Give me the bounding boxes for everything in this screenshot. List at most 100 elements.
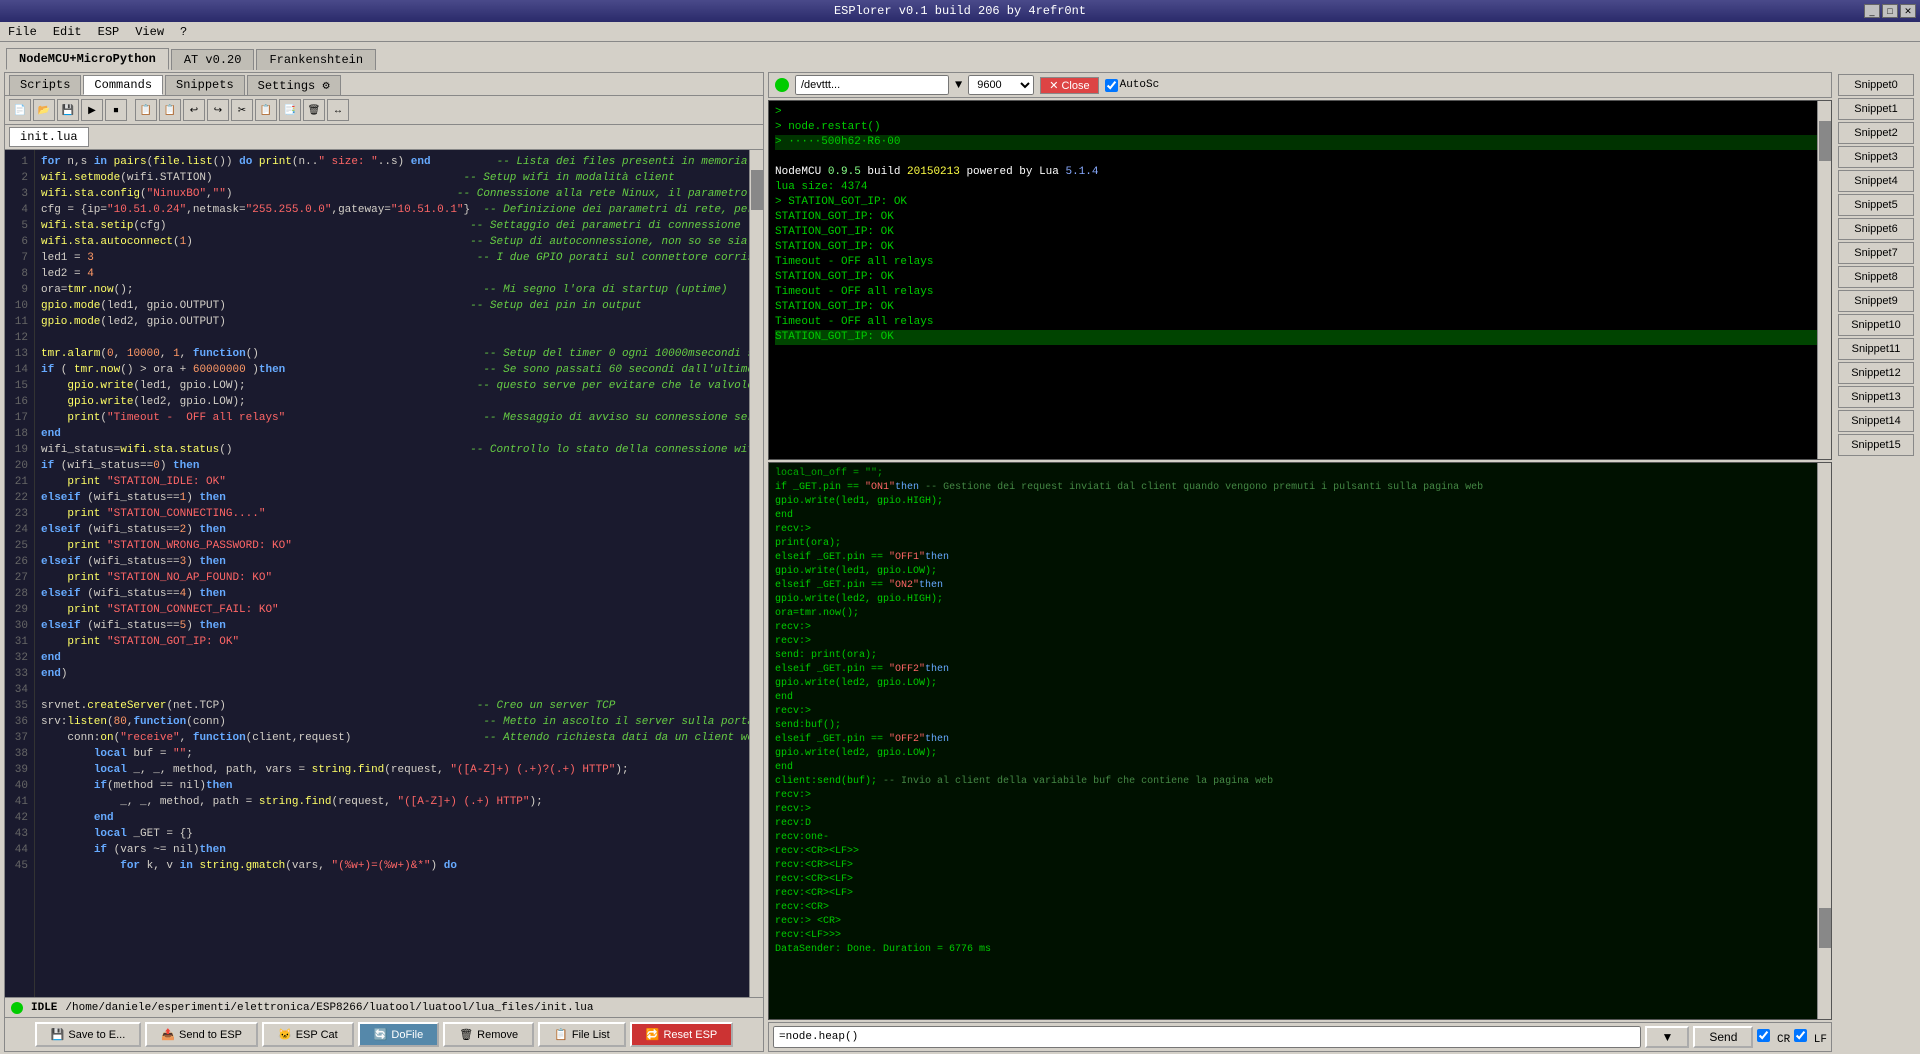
menu-edit[interactable]: Edit <box>49 25 86 39</box>
snippet3-button[interactable]: Snippet3 <box>1838 146 1914 168</box>
menu-bar: File Edit ESP View ? <box>0 22 1920 42</box>
bottom-buttons: 💾 Save to E... 📤 Send to ESP 🐱 ESP Cat 🔄… <box>5 1017 763 1051</box>
tb-run[interactable]: ▶ <box>81 99 103 121</box>
code-content[interactable]: for n,s in pairs(file.list()) do print(n… <box>35 150 763 997</box>
disconnect-button[interactable]: ✕ Close <box>1040 77 1098 94</box>
tab-franken[interactable]: Frankenshtein <box>256 49 376 70</box>
tb-cut[interactable]: ✂ <box>231 99 253 121</box>
code-area[interactable]: 12345 678910 1112131415 1617181920 21222… <box>5 150 763 997</box>
sub-tab-scripts[interactable]: Scripts <box>9 75 81 95</box>
lf-checkbox[interactable] <box>1794 1029 1807 1042</box>
terminal-line: lua size: 4374 <box>775 180 1825 195</box>
bottom-line: ora=tmr.now(); <box>775 607 1825 621</box>
snippet12-button[interactable]: Snippet12 <box>1838 362 1914 384</box>
autosc-checkbox[interactable] <box>1105 79 1118 92</box>
status-idle-text: IDLE <box>31 1002 57 1014</box>
snippet8-button[interactable]: Snippet8 <box>1838 266 1914 288</box>
tb-undo[interactable]: ↩ <box>183 99 205 121</box>
file-tab-bar: init.lua <box>5 125 763 150</box>
close-button[interactable]: ✕ <box>1900 4 1916 18</box>
snippet15-button[interactable]: Snippet15 <box>1838 434 1914 456</box>
snippet5-button[interactable]: Snippet5 <box>1838 194 1914 216</box>
tab-nodemcu[interactable]: NodeMCU+MicroPython <box>6 48 169 70</box>
snippet7-button[interactable]: Snippet7 <box>1838 242 1914 264</box>
maximize-button[interactable]: □ <box>1882 4 1898 18</box>
snippet11-button[interactable]: Snippet11 <box>1838 338 1914 360</box>
line-numbers: 12345 678910 1112131415 1617181920 21222… <box>5 150 35 997</box>
baud-select[interactable]: 9600 115200 <box>968 75 1034 95</box>
dropdown-icon[interactable]: ▼ <box>955 78 962 92</box>
reset-esp-button[interactable]: 🔁 Reset ESP <box>630 1022 734 1047</box>
command-input[interactable] <box>773 1026 1641 1048</box>
menu-esp[interactable]: ESP <box>94 25 124 39</box>
terminal-output[interactable]: > > node.restart() > ·····500h62·R6·00 N… <box>768 100 1832 460</box>
terminal-bottom[interactable]: local_on_off = ""; if _GET.pin == "ON1"t… <box>768 462 1832 1020</box>
terminal-line: > ·····500h62·R6·00 <box>775 135 1825 150</box>
file-tab-init[interactable]: init.lua <box>9 127 89 147</box>
esp-cat-button[interactable]: 🐱 ESP Cat <box>262 1022 354 1047</box>
menu-view[interactable]: View <box>131 25 168 39</box>
tb-open[interactable]: 📂 <box>33 99 55 121</box>
tb-copy1[interactable]: 📋 <box>135 99 157 121</box>
sub-tab-snippets[interactable]: Snippets <box>165 75 245 95</box>
snippet14-button[interactable]: Snippet14 <box>1838 410 1914 432</box>
code-scrollbar[interactable] <box>749 150 763 997</box>
menu-help[interactable]: ? <box>176 25 191 39</box>
tb-new[interactable]: 📄 <box>9 99 31 121</box>
send-button[interactable]: ▼ <box>1645 1026 1689 1048</box>
cr-checkbox[interactable] <box>1757 1029 1770 1042</box>
file-list-button[interactable]: 📋 File List <box>538 1022 626 1047</box>
tb-stop[interactable]: ⏹ <box>105 99 127 121</box>
reset-icon: 🔁 <box>646 1028 660 1041</box>
tb-wrap[interactable]: ↔ <box>327 99 349 121</box>
bottom-line: send:buf(); <box>775 719 1825 733</box>
save-to-esp-button[interactable]: 💾 Save to E... <box>35 1022 142 1047</box>
autosc-checkbox-label[interactable]: AutoSc <box>1105 79 1160 92</box>
bottom-line: recv:> <box>775 789 1825 803</box>
terminal-line: > STATION_GOT_IP: OK <box>775 195 1825 210</box>
tb-paste[interactable]: 📋 <box>255 99 277 121</box>
sub-tab-commands[interactable]: Commands <box>83 75 163 95</box>
send-to-esp-button[interactable]: 📤 Send to ESP <box>145 1022 258 1047</box>
bottom-line: recv:<CR><LF>> <box>775 845 1825 859</box>
bottom-scrollbar[interactable] <box>1817 463 1831 1019</box>
left-panel: Scripts Commands Snippets Settings ⚙ 📄 📂… <box>4 72 764 1052</box>
snippet9-button[interactable]: Snippet9 <box>1838 290 1914 312</box>
window-controls[interactable]: _ □ ✕ <box>1864 4 1916 18</box>
sub-tab-settings[interactable]: Settings ⚙ <box>247 75 341 95</box>
bottom-scrollbar-thumb[interactable] <box>1819 908 1831 948</box>
snippet10-button[interactable]: Snippet10 <box>1838 314 1914 336</box>
snippet0-button[interactable]: Snippet0 <box>1838 74 1914 96</box>
bottom-line: recv:one- <box>775 831 1825 845</box>
remove-button[interactable]: 🗑 Remove <box>443 1022 534 1047</box>
terminal-line: > node.restart() <box>775 120 1825 135</box>
tb-redo[interactable]: ↪ <box>207 99 229 121</box>
dofile-button[interactable]: 🔄 DoFile <box>358 1022 440 1047</box>
lf-label[interactable]: LF <box>1794 1029 1827 1046</box>
bottom-line: recv:> <CR> <box>775 915 1825 929</box>
snippet1-button[interactable]: Snippet1 <box>1838 98 1914 120</box>
tb-del[interactable]: 🗑 <box>303 99 325 121</box>
terminal-line: NodeMCU 0.9.5 build 20150213 powered by … <box>775 165 1825 180</box>
title-bar: ESPlorer v0.1 build 206 by 4refr0nt _ □ … <box>0 0 1920 22</box>
cr-label[interactable]: CR <box>1757 1029 1790 1046</box>
snippet4-button[interactable]: Snippet4 <box>1838 170 1914 192</box>
sub-tabs: Scripts Commands Snippets Settings ⚙ <box>5 73 763 96</box>
snippet6-button[interactable]: Snippet6 <box>1838 218 1914 240</box>
terminal-scrollbar-thumb[interactable] <box>1819 121 1831 161</box>
terminal-scrollbar[interactable] <box>1817 101 1831 459</box>
bottom-line: recv:<CR><LF> <box>775 859 1825 873</box>
tb-copy2[interactable]: 📋 <box>159 99 181 121</box>
snippet2-button[interactable]: Snippet2 <box>1838 122 1914 144</box>
menu-file[interactable]: File <box>4 25 41 39</box>
tb-dup[interactable]: 📑 <box>279 99 301 121</box>
send-cmd-button[interactable]: Send <box>1693 1026 1753 1048</box>
tab-at[interactable]: AT v0.20 <box>171 49 255 70</box>
minimize-button[interactable]: _ <box>1864 4 1880 18</box>
tb-save[interactable]: 💾 <box>57 99 79 121</box>
bottom-line: recv:> <box>775 803 1825 817</box>
snippet13-button[interactable]: Snippet13 <box>1838 386 1914 408</box>
terminal-line: Timeout - OFF all relays <box>775 285 1825 300</box>
code-scrollbar-thumb[interactable] <box>751 170 763 210</box>
port-input[interactable] <box>795 75 949 95</box>
